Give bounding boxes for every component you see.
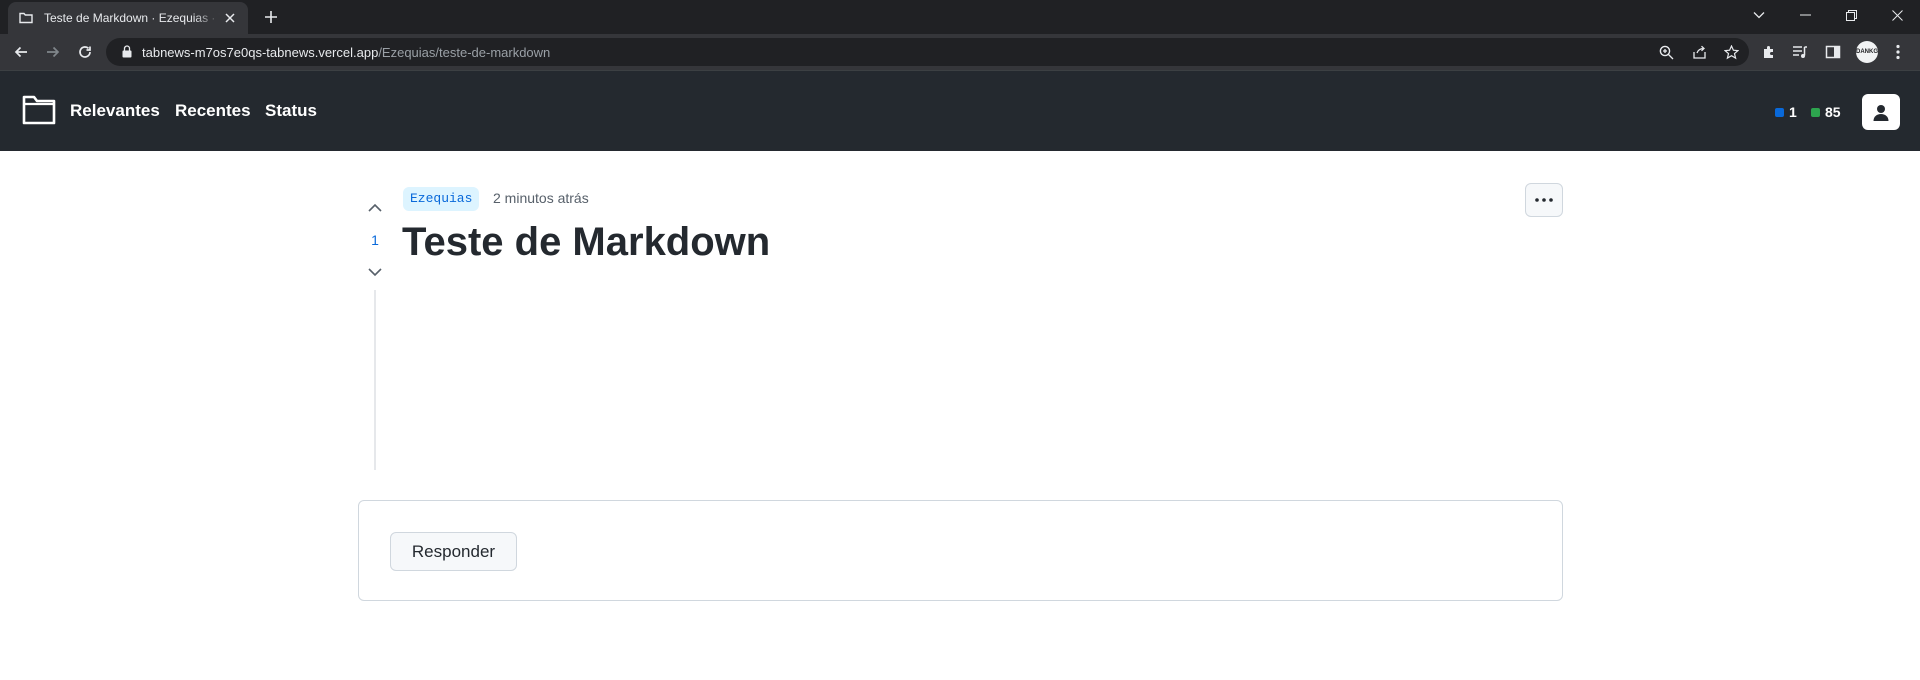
post-title: Teste de Markdown bbox=[402, 220, 771, 264]
upvote-button[interactable] bbox=[366, 198, 384, 216]
minimize-icon[interactable] bbox=[1782, 0, 1828, 30]
lock-icon bbox=[122, 45, 132, 63]
nav-status[interactable]: Status bbox=[265, 101, 317, 121]
new-tab-button[interactable] bbox=[262, 8, 280, 26]
url-text: tabnews-m7os7e0qs-tabnews.vercel.app/Eze… bbox=[142, 45, 550, 60]
tabnews-logo-icon[interactable] bbox=[22, 95, 56, 125]
chevron-down-icon bbox=[368, 267, 382, 276]
forward-icon[interactable] bbox=[41, 40, 65, 64]
tab-title: Teste de Markdown · Ezequias · TabNews bbox=[44, 11, 220, 25]
url-host: tabnews-m7os7e0qs-tabnews.vercel.app bbox=[142, 45, 379, 60]
restore-icon[interactable] bbox=[1828, 0, 1874, 30]
nav-relevantes[interactable]: Relevantes bbox=[70, 101, 160, 121]
extensions-icon[interactable] bbox=[1759, 42, 1779, 62]
profile-avatar[interactable]: DANKG bbox=[1856, 41, 1878, 63]
vote-count: 1 bbox=[371, 232, 379, 248]
tab-search-icon[interactable] bbox=[1736, 0, 1782, 30]
media-control-icon[interactable] bbox=[1790, 42, 1810, 62]
reload-icon[interactable] bbox=[73, 40, 97, 64]
chevron-up-icon bbox=[368, 203, 382, 212]
site-header: Relevantes Recentes Status 1 85 bbox=[0, 70, 1920, 151]
side-panel-icon[interactable] bbox=[1823, 42, 1843, 62]
user-menu-button[interactable] bbox=[1862, 94, 1900, 130]
tabcoins-stat[interactable]: 1 bbox=[1775, 104, 1797, 120]
user-icon bbox=[1873, 104, 1889, 121]
tabcash-icon bbox=[1811, 107, 1820, 117]
more-horizontal-icon bbox=[1535, 198, 1553, 202]
zoom-icon[interactable] bbox=[1657, 43, 1675, 61]
reply-box: Responder bbox=[358, 500, 1563, 601]
post-time: 2 minutos atrás bbox=[493, 190, 589, 206]
bookmark-star-icon[interactable] bbox=[1722, 43, 1740, 61]
nav-recentes[interactable]: Recentes bbox=[175, 101, 251, 121]
back-icon[interactable] bbox=[9, 40, 33, 64]
folder-icon bbox=[18, 10, 34, 26]
downvote-button[interactable] bbox=[366, 263, 384, 281]
tabcash-stat[interactable]: 85 bbox=[1811, 104, 1841, 120]
thread-line bbox=[374, 290, 376, 470]
address-bar[interactable]: tabnews-m7os7e0qs-tabnews.vercel.app/Eze… bbox=[106, 38, 1749, 66]
author-badge[interactable]: Ezequias bbox=[403, 187, 480, 211]
close-window-icon[interactable] bbox=[1874, 0, 1920, 30]
reply-button[interactable]: Responder bbox=[390, 532, 517, 571]
browser-tabstrip: Teste de Markdown · Ezequias · TabNews bbox=[0, 0, 1920, 34]
browser-toolbar: tabnews-m7os7e0qs-tabnews.vercel.app/Eze… bbox=[0, 34, 1920, 70]
menu-kebab-icon[interactable] bbox=[1888, 42, 1908, 62]
close-icon[interactable] bbox=[222, 10, 238, 26]
url-path: /Ezequias/teste-de-markdown bbox=[378, 45, 551, 60]
tabcoins-icon bbox=[1775, 107, 1784, 117]
tabcash-count: 85 bbox=[1825, 104, 1841, 120]
tabcoins-count: 1 bbox=[1789, 104, 1797, 120]
browser-tab[interactable]: Teste de Markdown · Ezequias · TabNews bbox=[8, 2, 248, 34]
share-icon[interactable] bbox=[1690, 43, 1708, 61]
post-options-button[interactable] bbox=[1525, 183, 1563, 217]
